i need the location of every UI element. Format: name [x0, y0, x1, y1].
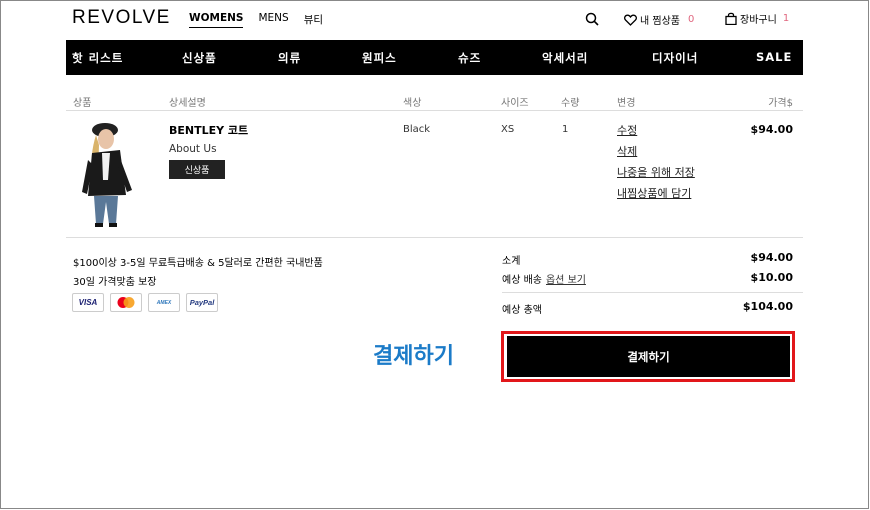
delete-link[interactable]: 삭제 [617, 143, 695, 159]
header-product: 상품 [73, 98, 92, 109]
product-price: $94.00 [750, 123, 793, 136]
heart-icon [624, 14, 637, 26]
nav-womens[interactable]: WOMENS [189, 12, 244, 28]
product-color: Black [403, 124, 431, 135]
shipping-estimate: 예상 배송 옵션 보기 [502, 271, 586, 286]
subtotal-value: $94.00 [750, 251, 793, 264]
amex-icon: AMEX [148, 293, 180, 312]
product-size: XS [501, 124, 515, 135]
subtotal-label: 소계 [502, 256, 521, 267]
total-label: 예상 총액 [502, 305, 542, 316]
header-price: 가격$ [768, 98, 793, 109]
shipping-options-link[interactable]: 옵션 보기 [546, 275, 586, 286]
wishlist-label: 내 찜상품 [640, 16, 680, 27]
header-size: 사이즈 [501, 98, 529, 109]
category-bar: 핫 리스트 신상품 의류 원피스 슈즈 악세서리 디자이너 SALE [66, 40, 803, 75]
header-color: 색상 [403, 98, 422, 109]
category-dresses[interactable]: 원피스 [362, 50, 397, 66]
shipping-label: 예상 배송 [502, 275, 542, 286]
visa-icon: VISA [72, 293, 104, 312]
revolve-logo[interactable]: REVOLVE [72, 7, 171, 29]
shipping-value: $10.00 [750, 271, 793, 284]
shipping-info: $100이상 3-5일 무료특급배송 & 5달러로 간편한 국내반품 [73, 258, 323, 269]
search-icon[interactable] [585, 12, 599, 26]
divider [66, 110, 803, 111]
save-for-later-link[interactable]: 나중을 위해 저장 [617, 164, 695, 180]
nav-beauty[interactable]: 뷰티 [304, 12, 323, 28]
product-name[interactable]: BENTLEY 코트 [169, 122, 248, 138]
category-new[interactable]: 신상품 [182, 50, 217, 66]
checkout-button[interactable]: 결제하기 [507, 336, 790, 377]
category-shoes[interactable]: 슈즈 [458, 50, 481, 66]
category-clothing[interactable]: 의류 [278, 50, 301, 66]
checkout-annotation: 결제하기 [373, 344, 454, 369]
cart-count: 1 [782, 13, 790, 24]
divider [502, 292, 803, 293]
category-sale[interactable]: SALE [756, 50, 792, 64]
product-qty: 1 [562, 124, 569, 135]
header-change: 변경 [617, 98, 636, 109]
wishlist-count: 0 [687, 14, 695, 25]
category-designers[interactable]: 디자이너 [652, 50, 698, 66]
total-value: $104.00 [742, 300, 793, 313]
price-match-info: 30일 가격맞춤 보장 [73, 277, 157, 288]
header-description: 상세설명 [169, 98, 206, 109]
bag-icon [725, 12, 737, 25]
payment-cards: VISA AMEX PayPal [72, 293, 218, 312]
cart-label: 장바구니 [740, 15, 777, 26]
product-brand[interactable]: About Us [169, 143, 217, 155]
category-hot-list[interactable]: 핫 리스트 [72, 50, 123, 66]
divider [66, 237, 803, 238]
add-to-wishlist-link[interactable]: 내찜상품에 담기 [617, 185, 695, 201]
nav-mens[interactable]: MENS [258, 12, 288, 28]
header-qty: 수량 [561, 98, 580, 109]
mastercard-icon [110, 293, 142, 312]
category-accessories[interactable]: 악세서리 [542, 50, 588, 66]
new-badge: 신상품 [169, 160, 225, 179]
paypal-icon: PayPal [186, 293, 218, 312]
wishlist-link[interactable]: 내 찜상품 0 [624, 12, 694, 27]
edit-link[interactable]: 수정 [617, 122, 695, 138]
top-nav: WOMENS MENS 뷰티 [189, 12, 323, 28]
item-actions: 수정 삭제 나중을 위해 저장 내찜상품에 담기 [617, 122, 695, 201]
product-image[interactable] [78, 120, 138, 228]
cart-link[interactable]: 장바구니 1 [725, 11, 789, 26]
